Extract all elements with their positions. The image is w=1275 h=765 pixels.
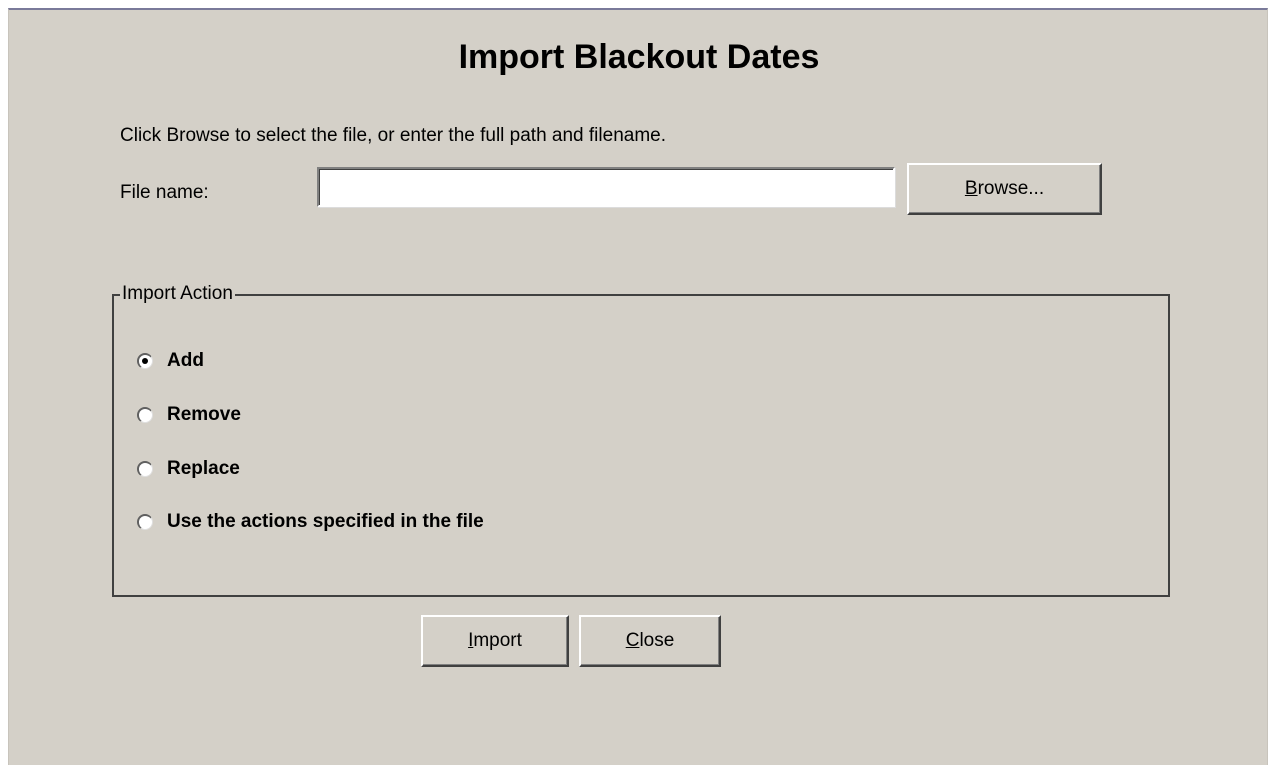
dialog-title: Import Blackout Dates [458,38,820,76]
import-action-legend: Import Action [120,283,235,305]
import-blackout-dates-dialog: Import Blackout Dates Click Browse to se… [8,8,1268,765]
file-name-label: File name: [120,182,209,203]
radio-option-use-file-actions[interactable]: Use the actions specified in the file [137,511,484,533]
browse-button-label: rowse... [977,178,1045,199]
browse-button[interactable]: Browse... [907,163,1102,215]
import-action-groupbox [112,294,1170,597]
radio-button-icon[interactable] [137,514,153,530]
import-button-label: mport [473,630,522,651]
radio-option-replace[interactable]: Replace [137,458,240,480]
radio-button-icon[interactable] [137,407,153,423]
instructions-text: Click Browse to select the file, or ente… [120,125,666,146]
radio-label-remove: Remove [167,404,241,425]
radio-button-icon[interactable] [137,353,153,369]
browse-button-mnemonic: B [964,178,978,199]
import-button[interactable]: Import [421,615,569,667]
radio-label-add: Add [167,350,204,371]
close-button[interactable]: Close [579,615,721,667]
radio-option-remove[interactable]: Remove [137,404,241,426]
radio-label-replace: Replace [167,458,240,479]
radio-label-use-file-actions: Use the actions specified in the file [167,511,484,532]
radio-option-add[interactable]: Add [137,350,204,372]
close-button-mnemonic: C [625,630,640,651]
close-button-label: lose [639,630,675,651]
radio-button-icon[interactable] [137,461,153,477]
file-name-input[interactable] [317,167,895,207]
